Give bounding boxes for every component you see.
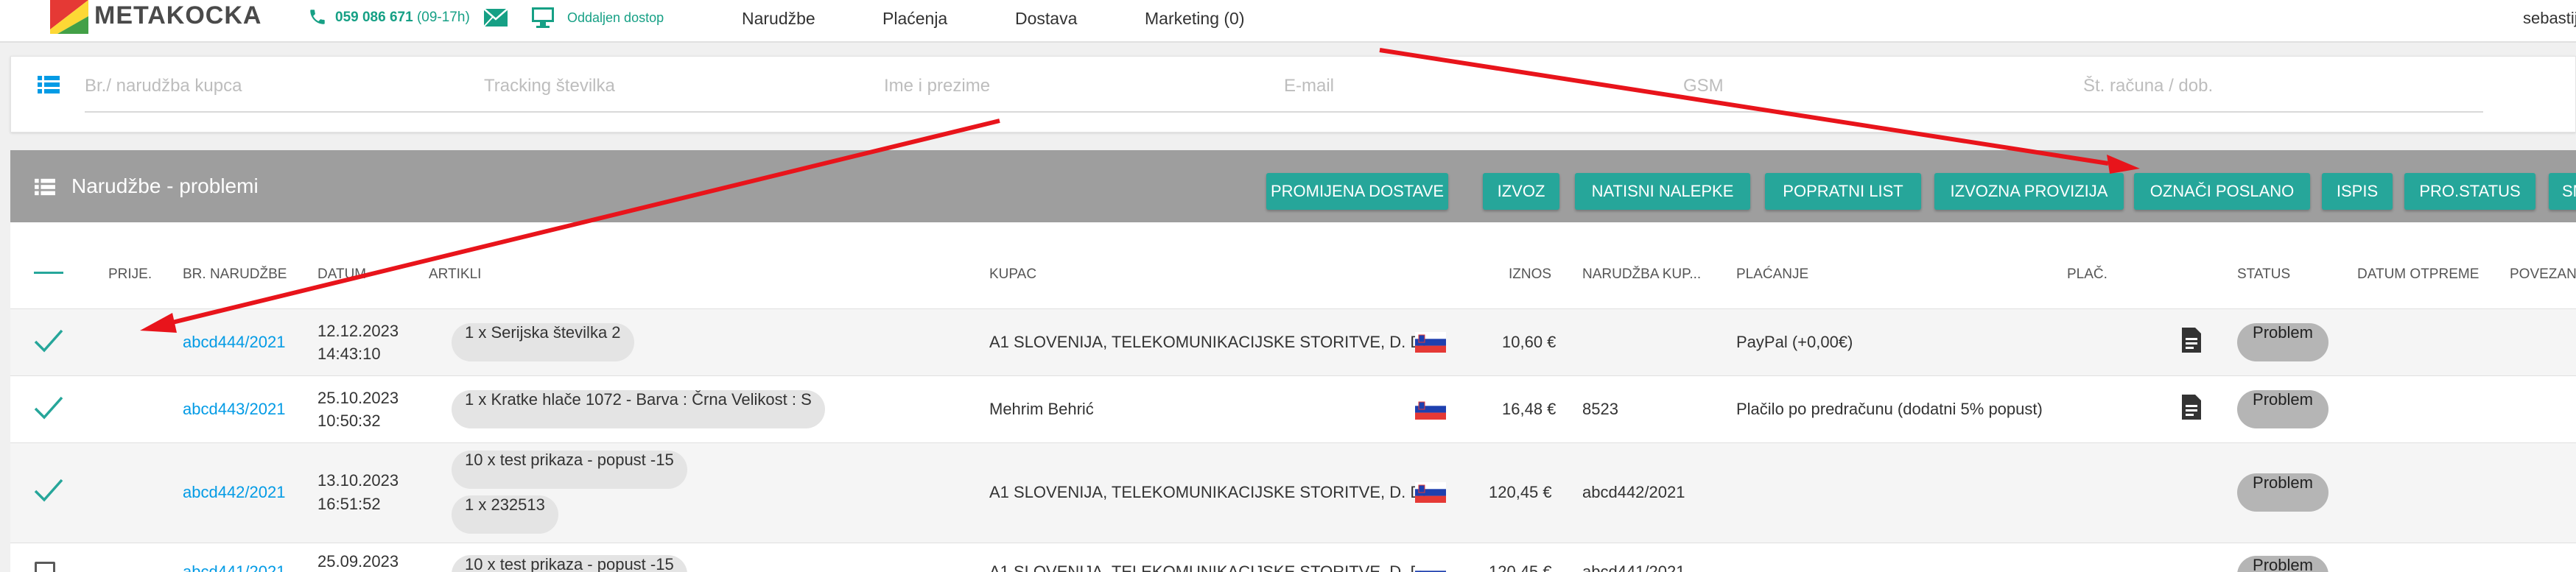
slovenia-flag-icon: [1415, 564, 1446, 572]
column-header-payment[interactable]: PLAĆANJE: [1736, 266, 1808, 283]
nav-orders[interactable]: Narudžbe: [742, 9, 815, 29]
brand-name[interactable]: METAKOCKA: [94, 1, 262, 30]
tracking-number-input[interactable]: [484, 71, 852, 101]
support-phone[interactable]: 059 086 671 (09-17h): [335, 10, 470, 26]
column-header-paid[interactable]: PLAČ.: [2067, 266, 2108, 283]
mark-as-sent-button[interactable]: OZNAČI POSLANO: [2134, 173, 2310, 210]
pro-status-button[interactable]: PRO.STATUS: [2404, 173, 2535, 210]
status-badge[interactable]: Problem: [2237, 473, 2328, 512]
row-checkbox[interactable]: [35, 562, 55, 572]
export-commission-button[interactable]: IZVOZNA PROVIZIJA: [1934, 173, 2124, 210]
order-date: 13.10.2023: [317, 471, 399, 490]
invoice-number-input[interactable]: [2083, 71, 2466, 101]
order-number-link[interactable]: abcd442/2021: [183, 483, 285, 502]
status-badge[interactable]: Problem: [2237, 556, 2328, 572]
slovenia-flag-icon: [1415, 332, 1446, 353]
check-icon[interactable]: [33, 395, 64, 421]
column-header-shipping-date[interactable]: DATUM OTPREME: [2357, 266, 2479, 283]
status-badge[interactable]: Problem: [2237, 323, 2328, 361]
monitor-icon[interactable]: [531, 7, 555, 29]
gsm-input[interactable]: [1683, 71, 2052, 101]
order-number-link[interactable]: abcd443/2021: [183, 400, 285, 419]
item-chip: 10 x test prikaza - popust -15: [452, 451, 687, 489]
order-number-input[interactable]: [85, 71, 453, 101]
column-header-status[interactable]: STATUS: [2237, 266, 2290, 283]
nav-payments[interactable]: Plaćenja: [882, 9, 947, 29]
select-all-toggle[interactable]: [34, 272, 63, 274]
order-time: 16:51:52: [317, 495, 381, 513]
order-time: 10:50:32: [317, 412, 381, 430]
check-icon[interactable]: [33, 328, 64, 354]
status-badge[interactable]: Problem: [2237, 390, 2328, 428]
card-title: Narudžbe - problemi: [71, 174, 259, 197]
customer-name: A1 SLOVENIJA, TELEKOMUNIKACIJSKE STORITV…: [989, 483, 1427, 501]
order-date: 25.10.2023: [317, 389, 399, 407]
item-chip: 1 x 232513: [452, 495, 558, 534]
item-chip: 1 x Serijska številka 2: [452, 323, 634, 361]
order-amount: 120,45 €: [1489, 483, 1552, 501]
full-name-input[interactable]: [884, 71, 1252, 101]
order-amount: 10,60 €: [1502, 333, 1557, 351]
item-chip: 1 x Kratke hlače 1072 - Barva : Črna Vel…: [452, 390, 825, 428]
document-icon[interactable]: [2180, 393, 2203, 421]
customer-order-number: 8523: [1582, 400, 1618, 418]
order-number-link[interactable]: abcd444/2021: [183, 333, 285, 352]
slovenia-flag-icon: [1415, 399, 1446, 420]
column-header-order-number[interactable]: BR. NARUDŽBE: [183, 266, 287, 283]
column-header-customer-order[interactable]: NARUDŽBA KUP...: [1582, 266, 1701, 283]
item-chip: 10 x test prikaza - popust -15: [452, 555, 687, 572]
nav-marketing[interactable]: Marketing (0): [1145, 9, 1244, 29]
customer-name: Mehrim Behrić: [989, 400, 1094, 418]
payment-method: PayPal (+0,00€): [1736, 333, 1853, 351]
nav-delivery[interactable]: Dostava: [1015, 9, 1077, 29]
list-icon: [35, 178, 55, 196]
document-icon[interactable]: [2180, 326, 2203, 354]
payment-method: Plačilo po predračunu (dodatni 5% popust…: [1736, 400, 2043, 418]
print-labels-button[interactable]: NATISNI NALEPKE: [1575, 173, 1750, 210]
search-panel: [10, 56, 2576, 133]
column-header-linked[interactable]: POVEZAN: [2510, 266, 2576, 283]
change-delivery-button[interactable]: PROMIJENA DOSTAVE: [1266, 173, 1448, 210]
column-header-items[interactable]: ARTIKLI: [429, 266, 481, 283]
column-header-date[interactable]: DATUM: [317, 266, 366, 283]
user-menu[interactable]: sebastij: [2523, 9, 2576, 28]
sms-button[interactable]: SM: [2549, 173, 2576, 210]
order-time: 14:43:10: [317, 345, 381, 363]
search-underline: [85, 111, 2483, 113]
customer-order-number: abcd441/2021: [1582, 562, 1685, 572]
customer-order-number: abcd442/2021: [1582, 483, 1685, 501]
column-header-prev[interactable]: PRIJE.: [108, 266, 152, 283]
customer-name: A1 SLOVENIJA, TELEKOMUNIKACIJSKE STORITV…: [989, 562, 1427, 572]
problems-card-header: Narudžbe - problemi PROMIJENA DOSTAVE IZ…: [10, 150, 2576, 222]
order-date: 25.09.2023: [317, 552, 399, 571]
order-amount: 120,45 €: [1489, 562, 1552, 572]
column-header-customer[interactable]: KUPAC: [989, 266, 1036, 283]
phone-icon: [310, 10, 325, 24]
print-button[interactable]: ISPIS: [2322, 173, 2393, 210]
email-input[interactable]: [1284, 71, 1652, 101]
slovenia-flag-icon: [1415, 482, 1446, 503]
list-view-icon[interactable]: [38, 74, 60, 95]
check-icon[interactable]: [33, 477, 64, 504]
delivery-note-button[interactable]: POPRATNI LIST: [1765, 173, 1921, 210]
top-navbar: METAKOCKA 059 086 671 (09-17h) Oddaljen …: [0, 0, 2576, 43]
column-header-amount[interactable]: IZNOS: [1509, 266, 1551, 283]
metakocka-logo[interactable]: [50, 0, 88, 34]
order-amount: 16,48 €: [1502, 400, 1557, 418]
export-button[interactable]: IZVOZ: [1483, 173, 1559, 210]
order-date: 12.12.2023: [317, 322, 399, 340]
phone-number: 059 086 671: [335, 10, 413, 25]
remote-access-link[interactable]: Oddaljen dostop: [567, 10, 664, 26]
mail-icon[interactable]: [483, 8, 508, 27]
customer-name: A1 SLOVENIJA, TELEKOMUNIKACIJSKE STORITV…: [989, 333, 1427, 351]
order-number-link[interactable]: abcd441/2021: [183, 562, 285, 572]
phone-hours: (09-17h): [416, 10, 470, 25]
